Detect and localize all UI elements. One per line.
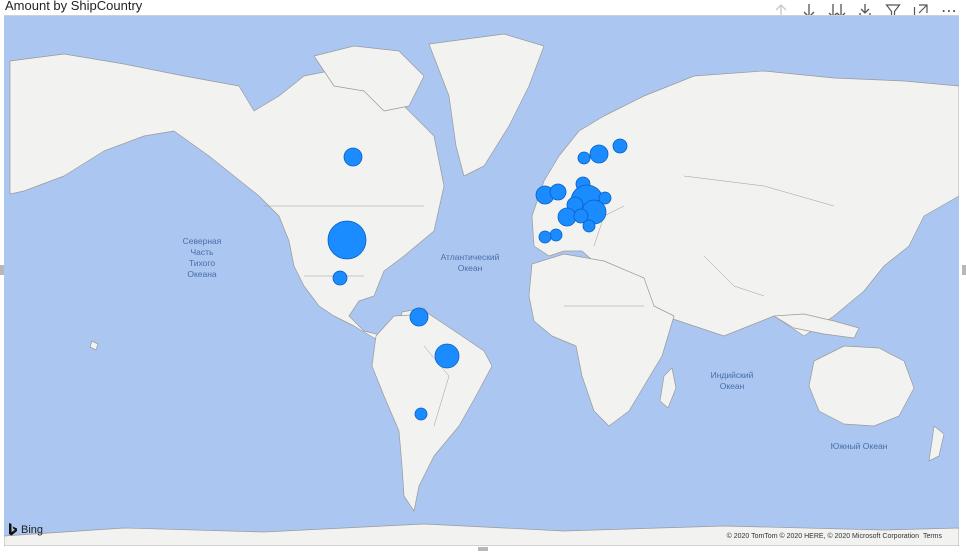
bubble-canada[interactable]	[343, 147, 363, 167]
bubble-finland[interactable]	[612, 138, 628, 154]
bubble-spain[interactable]	[549, 228, 563, 242]
landmass-australia	[808, 345, 915, 427]
bing-label: Bing	[21, 523, 44, 536]
label-pacific-4: Океана	[187, 269, 217, 279]
copyright-text: © 2020 TomTom © 2020 HERE, © 2020 Micros…	[726, 533, 919, 540]
bubble-venezuela[interactable]	[409, 307, 429, 327]
label-pacific-3: Тихого	[189, 258, 215, 268]
bubble-brazil[interactable]	[434, 343, 460, 369]
bubble-uk[interactable]	[549, 183, 567, 201]
bing-logo: Bing	[8, 523, 43, 536]
label-atlantic-1: Атлантический	[441, 252, 500, 262]
resize-handle-bottom[interactable]	[478, 547, 488, 551]
label-indian-1: Индийский	[711, 370, 754, 380]
bing-icon	[9, 523, 17, 536]
resize-handle-right[interactable]	[962, 265, 966, 275]
label-southern: Южный Океан	[831, 441, 888, 451]
bubble-norway[interactable]	[577, 151, 591, 165]
label-pacific-2: Часть	[191, 247, 215, 257]
resize-handle-left[interactable]	[0, 265, 4, 275]
bubble-mexico[interactable]	[332, 270, 348, 286]
visual-title: Amount by ShipCountry	[5, 0, 143, 13]
world-map[interactable]: Северная Часть Тихого Океана Атлантическ…	[4, 16, 959, 546]
map-visual[interactable]: Северная Часть Тихого Океана Атлантическ…	[4, 15, 959, 546]
bubble-portugal[interactable]	[538, 230, 552, 244]
map-copyright: © 2020 TomTom © 2020 HERE, © 2020 Micros…	[727, 533, 942, 540]
bubble-sweden[interactable]	[589, 144, 609, 164]
label-atlantic-2: Океан	[458, 263, 483, 273]
terms-link[interactable]: Terms	[923, 533, 942, 540]
bubble-italy[interactable]	[582, 219, 596, 233]
bubble-france[interactable]	[557, 207, 577, 227]
label-pacific-1: Северная	[183, 236, 222, 246]
label-indian-2: Океан	[720, 381, 745, 391]
bubble-usa[interactable]	[327, 220, 367, 260]
bubble-argentina[interactable]	[414, 407, 428, 421]
